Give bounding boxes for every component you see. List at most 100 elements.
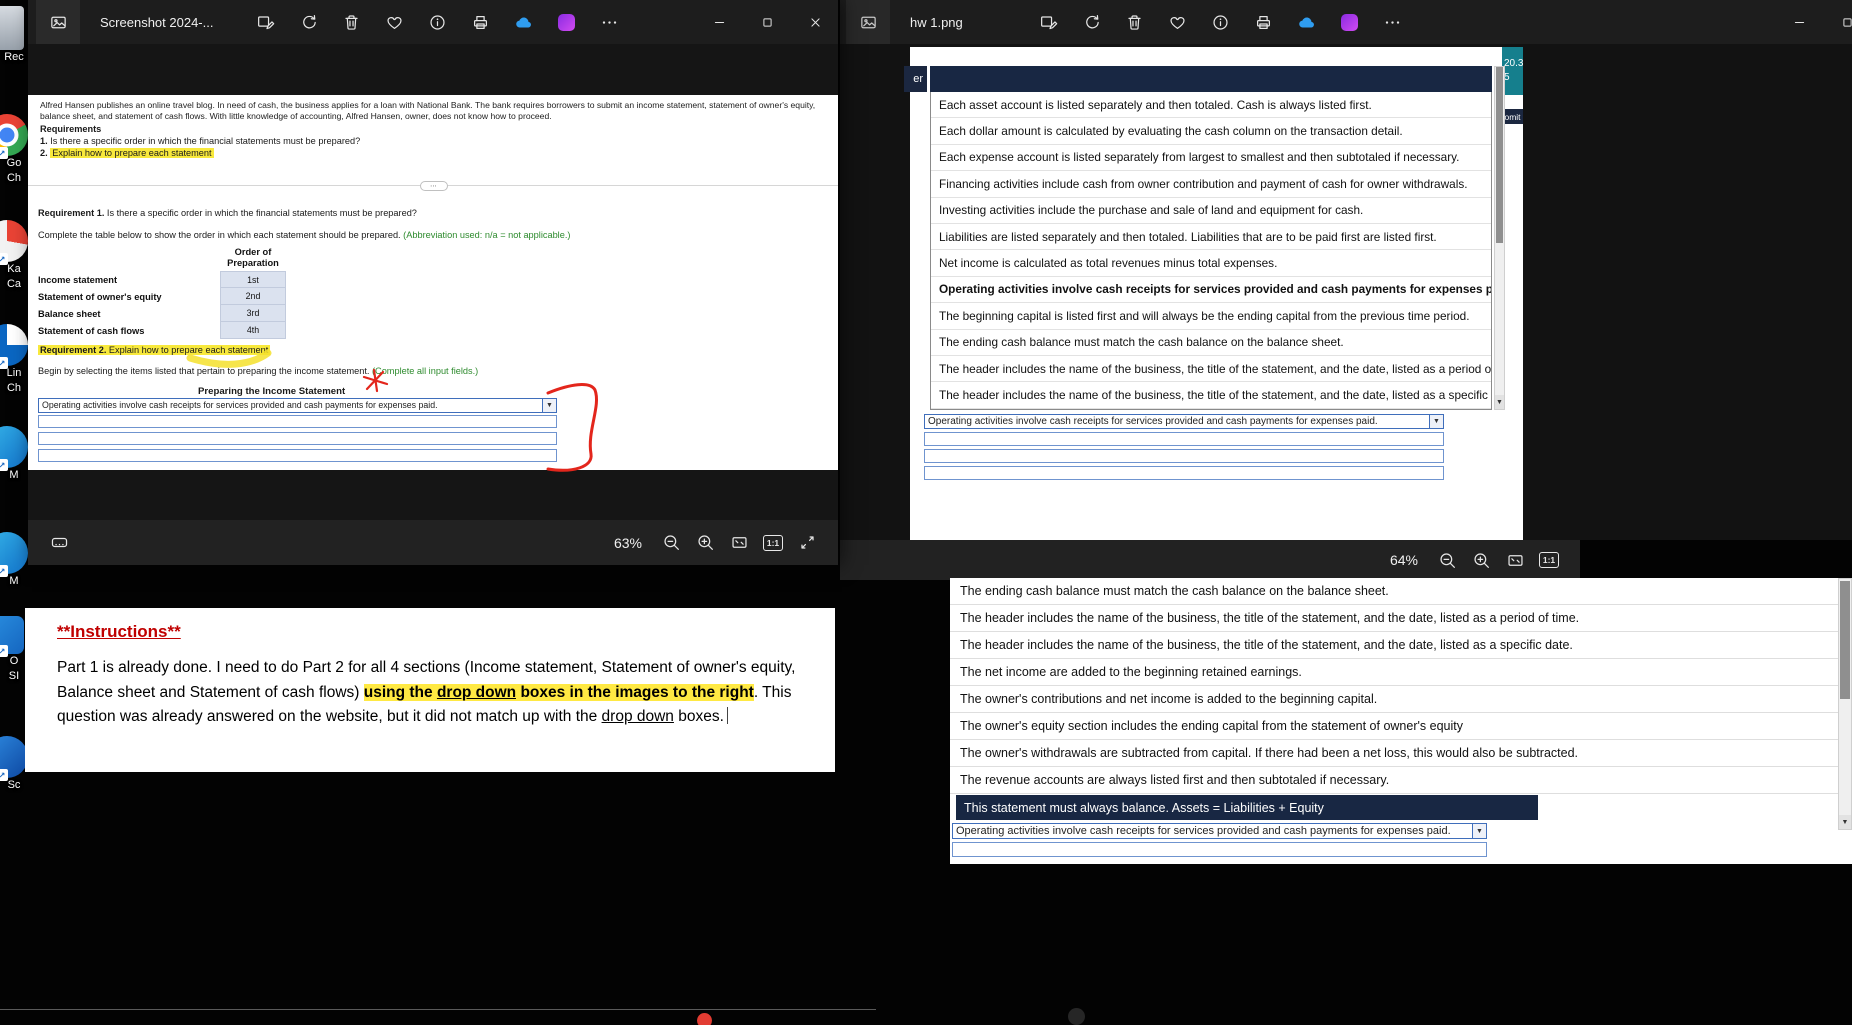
order-cell[interactable]: 2nd — [220, 288, 286, 305]
scrollbar-thumb[interactable] — [1840, 581, 1850, 699]
print-button[interactable] — [463, 5, 497, 39]
taskbar-icon-fragment[interactable] — [697, 1013, 712, 1025]
actual-size-button[interactable]: 1:1 — [1532, 543, 1566, 577]
zoom-out-button[interactable] — [654, 526, 688, 560]
dropdown-option-selected[interactable]: This statement must always balance. Asse… — [950, 794, 1838, 821]
photos-app-icon — [846, 0, 890, 44]
shortcut-arrow-icon: ↗ — [0, 253, 8, 265]
answer-dropdown[interactable]: Operating activities involve cash receip… — [952, 823, 1487, 839]
filmstrip-toggle-button[interactable] — [42, 526, 76, 560]
edit-image-button[interactable] — [1031, 5, 1065, 39]
shortcut-arrow-icon: ↗ — [0, 147, 8, 159]
delete-button[interactable] — [1117, 5, 1151, 39]
hw-image-document: 20.3 5 omit er Each asset account is lis… — [904, 47, 1523, 540]
scroll-down-arrow-icon[interactable]: ▼ — [1839, 815, 1851, 829]
answer-input-row-2[interactable] — [924, 449, 1444, 463]
dropdown-option[interactable]: The header includes the name of the busi… — [931, 356, 1491, 383]
dropdown-option[interactable]: The net income are added to the beginnin… — [950, 659, 1838, 686]
fullscreen-button[interactable] — [790, 526, 824, 560]
scroll-down-arrow-icon[interactable]: ▼ — [1495, 395, 1504, 409]
requirement-1-heading: Requirement 1. Is there a specific order… — [38, 208, 417, 218]
more-options-button[interactable] — [592, 5, 626, 39]
taskbar-icon-fragment[interactable] — [1068, 1008, 1085, 1025]
scrollbar-thumb[interactable] — [1496, 67, 1503, 243]
titlebar-right-window[interactable]: hw 1.png — [840, 0, 1852, 44]
info-button[interactable] — [420, 5, 454, 39]
print-button[interactable] — [1246, 5, 1280, 39]
fit-to-window-button[interactable] — [1498, 543, 1532, 577]
order-cell[interactable]: 1st — [220, 271, 286, 288]
onedrive-icon[interactable] — [1289, 5, 1323, 39]
dropdown-option[interactable]: The ending cash balance must match the c… — [950, 578, 1838, 605]
favorite-button[interactable] — [377, 5, 411, 39]
clipchamp-icon[interactable] — [549, 5, 583, 39]
dropdown-option[interactable]: The owner's withdrawals are subtracted f… — [950, 740, 1838, 767]
dropdown-arrow-icon[interactable]: ▼ — [1472, 824, 1486, 838]
list-scrollbar[interactable]: ▼ — [1838, 578, 1852, 830]
desktop-background: Rec ↗ Go Ch ↗ Ka Ca ↗ Lin Ch ↗ M ↗ M ↗ O… — [0, 0, 1852, 1025]
dropdown-option[interactable]: The beginning capital is listed first an… — [931, 303, 1491, 330]
dropdown-option[interactable]: The owner's equity section includes the … — [950, 713, 1838, 740]
dropdown-options-list: Each asset account is listed separately … — [930, 92, 1492, 410]
answer-input-row-1[interactable] — [924, 432, 1444, 446]
minimize-button[interactable] — [695, 0, 743, 44]
clipchamp-icon[interactable] — [1332, 5, 1366, 39]
dropdown-arrow-icon[interactable]: ▼ — [542, 399, 556, 412]
list-scrollbar[interactable]: ▼ — [1494, 66, 1505, 410]
dropdown-option[interactable]: Each asset account is listed separately … — [931, 92, 1491, 119]
answer-input-row-3[interactable] — [924, 466, 1444, 480]
order-cell[interactable]: 4th — [220, 322, 286, 339]
dropdown-option[interactable]: The ending cash balance must match the c… — [931, 330, 1491, 356]
titlebar-left-window[interactable]: Screenshot 2024-... — [28, 0, 838, 44]
dropdown-option[interactable]: Investing activities include the purchas… — [931, 198, 1491, 224]
photo-viewer-canvas-left[interactable]: Alfred Hansen publishes an online travel… — [28, 44, 838, 520]
close-button[interactable] — [791, 0, 838, 44]
answer-input-row[interactable] — [952, 842, 1487, 857]
instructions-title: **Instructions** — [57, 622, 181, 641]
photos-window-screenshot: Screenshot 2024-... Alfred Hansen publis… — [28, 0, 838, 565]
answer-input-row-1[interactable] — [38, 415, 557, 428]
dropdown-option[interactable]: The revenue accounts are always listed f… — [950, 767, 1838, 794]
instructions-document: **Instructions** Part 1 is already done.… — [25, 608, 835, 772]
income-statement-dropdown[interactable]: Operating activities involve cash receip… — [38, 398, 557, 413]
info-button[interactable] — [1203, 5, 1237, 39]
dropdown-arrow-icon[interactable]: ▼ — [1429, 415, 1443, 428]
app-icon: ↗ — [0, 616, 24, 657]
answer-input-row-3[interactable] — [38, 449, 557, 462]
maximize-button[interactable] — [1823, 0, 1852, 44]
dropdown-option[interactable]: Net income is calculated as total revenu… — [931, 250, 1491, 277]
table-row: Balance sheet 3rd — [38, 305, 286, 322]
more-options-button[interactable] — [1375, 5, 1409, 39]
dropdown-option[interactable]: Each expense account is listed separatel… — [931, 145, 1491, 172]
zoom-out-button[interactable] — [1430, 543, 1464, 577]
onedrive-icon[interactable] — [506, 5, 540, 39]
dropdown-option[interactable]: The owner's contributions and net income… — [950, 686, 1838, 713]
photo-viewer-canvas-right[interactable]: 20.3 5 omit er Each asset account is lis… — [840, 44, 1852, 540]
minimize-button[interactable] — [1775, 0, 1823, 44]
dropdown-option[interactable]: The header includes the name of the busi… — [950, 632, 1838, 659]
fit-to-window-button[interactable] — [722, 526, 756, 560]
chrome-icon: ↗ — [0, 114, 28, 159]
maximize-button[interactable] — [743, 0, 791, 44]
dropdown-field-selected[interactable] — [930, 66, 1492, 92]
order-cell[interactable]: 3rd — [220, 305, 286, 322]
actual-size-button[interactable]: 1:1 — [756, 526, 790, 560]
zoom-in-button[interactable] — [688, 526, 722, 560]
dropdown-option[interactable]: The header includes the name of the busi… — [950, 605, 1838, 632]
app-icon: ↗ — [0, 736, 28, 781]
edit-image-button[interactable] — [248, 5, 282, 39]
dropdown-option[interactable]: Financing activities include cash from o… — [931, 171, 1491, 198]
rotate-button[interactable] — [1074, 5, 1108, 39]
answer-input-row-2[interactable] — [38, 432, 557, 445]
rotate-button[interactable] — [291, 5, 325, 39]
zoom-in-button[interactable] — [1464, 543, 1498, 577]
delete-button[interactable] — [334, 5, 368, 39]
favorite-button[interactable] — [1160, 5, 1194, 39]
dropdown-option[interactable]: Liabilities are listed separately and th… — [931, 224, 1491, 251]
dropdown-option-highlighted[interactable]: Operating activities involve cash receip… — [931, 277, 1491, 304]
dropdown-option[interactable]: The header includes the name of the busi… — [931, 382, 1491, 409]
shortcut-arrow-icon: ↗ — [0, 459, 8, 471]
divider-handle[interactable]: ⋯ — [420, 181, 448, 191]
answer-dropdown[interactable]: Operating activities involve cash receip… — [924, 414, 1444, 429]
dropdown-option[interactable]: Each dollar amount is calculated by eval… — [931, 118, 1491, 145]
